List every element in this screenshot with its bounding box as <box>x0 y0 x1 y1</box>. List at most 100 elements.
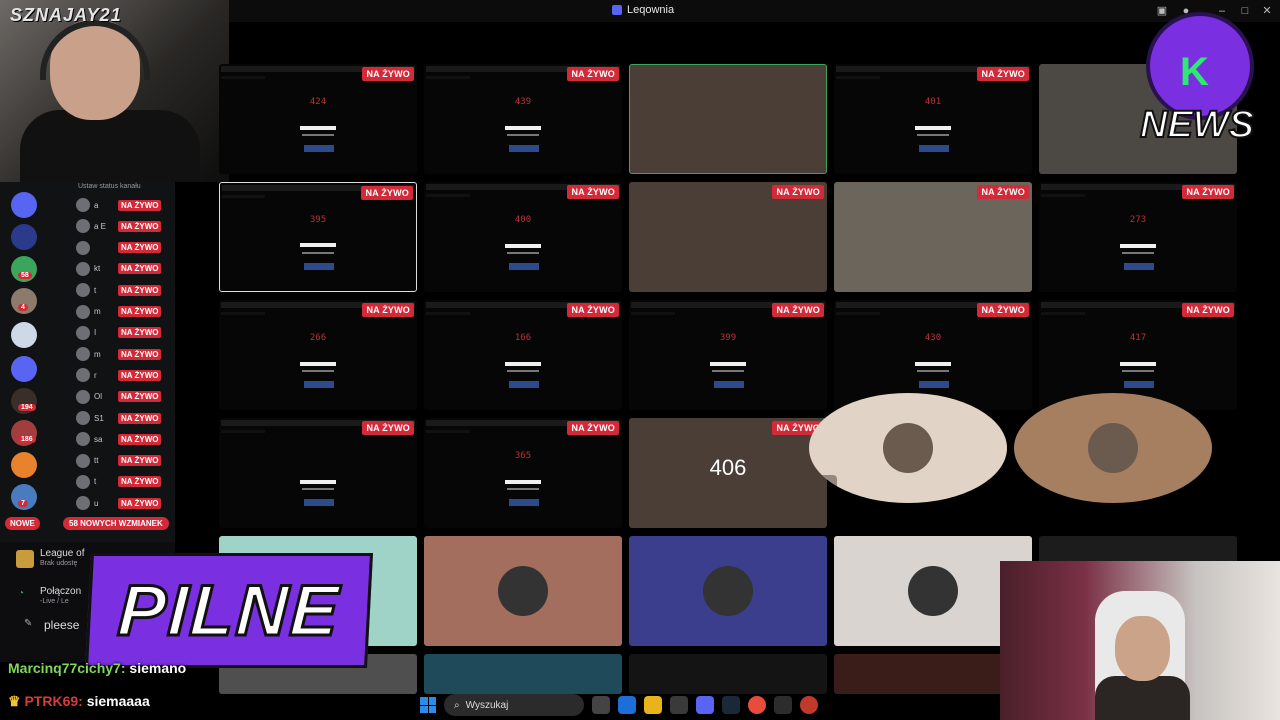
video-tile[interactable]: 395 NA ŻYWO <box>219 182 417 292</box>
user-avatar <box>883 423 933 473</box>
video-tile[interactable]: 273 NA ŻYWO <box>1039 182 1237 292</box>
viewer-count-overlay: 406 <box>709 454 747 480</box>
video-tile[interactable]: 400 NA ŻYWO <box>424 182 622 292</box>
live-badge: NA ŻYWO <box>772 303 824 317</box>
webcam-headset <box>40 20 150 80</box>
taskbar-search[interactable]: ⌕ Wyszukaj <box>444 694 584 716</box>
member-avatar <box>76 283 90 298</box>
shared-screen-logo <box>919 381 949 389</box>
live-badge: NA ŻYWO <box>118 199 162 211</box>
live-badge: NA ŻYWO <box>362 421 414 435</box>
channel-status-hint[interactable]: Ustaw status kanału <box>78 183 141 190</box>
video-tile[interactable]: NA ŻYWO <box>629 182 827 292</box>
guild-icon[interactable] <box>11 322 37 348</box>
store-icon[interactable] <box>670 696 688 714</box>
mentions-pill[interactable]: 58 NOWYCH WZMIANEK <box>63 517 169 530</box>
start-icon[interactable] <box>420 697 436 713</box>
voice-member[interactable]: t NA ŻYWO <box>76 281 162 299</box>
video-tile[interactable]: NA ŻYWO <box>834 182 1032 292</box>
guild-icon[interactable] <box>11 224 37 250</box>
video-tile[interactable]: 166 NA ŻYWO <box>424 300 622 410</box>
close-button[interactable]: ✕ <box>1259 3 1275 19</box>
live-badge: NA ŻYWO <box>118 263 162 275</box>
shared-screen-sidebar <box>221 76 265 79</box>
voice-member[interactable]: m NA ŻYWO <box>76 345 162 363</box>
member-name: m <box>94 307 101 316</box>
member-name: m <box>94 349 101 359</box>
video-tile[interactable]: 365 NA ŻYWO <box>424 418 622 528</box>
member-avatar <box>76 261 90 276</box>
shared-screen-subbar <box>302 370 334 373</box>
outlook-icon[interactable] <box>618 696 636 714</box>
voice-member[interactable]: sa NA ŻYWO <box>76 430 162 448</box>
new-pill[interactable]: NOWE <box>5 517 40 530</box>
video-tile[interactable] <box>1014 393 1212 503</box>
voice-member[interactable]: kt NA ŻYWO <box>76 260 162 278</box>
video-tile[interactable]: 417 NA ŻYWO <box>1039 300 1237 410</box>
chat-colon: : <box>120 660 126 676</box>
shared-screen-subbar <box>507 134 539 137</box>
app-icon[interactable] <box>774 696 792 714</box>
video-tile[interactable]: 266 NA ŻYWO <box>219 300 417 410</box>
task-view-icon[interactable] <box>592 696 610 714</box>
shared-screen-logo <box>509 145 539 153</box>
video-tile[interactable] <box>424 536 622 646</box>
live-badge: NA ŻYWO <box>118 391 162 403</box>
voice-member[interactable]: I NA ŻYWO <box>76 324 162 342</box>
voice-member[interactable]: a NA ŻYWO <box>76 196 162 214</box>
video-tile[interactable]: 430 NA ŻYWO <box>834 300 1032 410</box>
video-tile[interactable]: 399 NA ŻYWO <box>629 300 827 410</box>
voice-member[interactable]: tt NA ŻYWO <box>76 452 162 470</box>
video-tile[interactable]: 401 NA ŻYWO <box>834 64 1032 174</box>
voice-member[interactable]: u NA ŻYWO <box>76 494 162 512</box>
live-badge: NA ŻYWO <box>977 303 1029 317</box>
live-badge: NA ŻYWO <box>567 185 619 199</box>
live-badge: NA ŻYWO <box>567 67 619 81</box>
member-avatar <box>76 304 90 319</box>
live-badge: NA ŻYWO <box>118 433 162 445</box>
voice-connected-title[interactable]: Połączon <box>40 586 81 597</box>
video-tile[interactable]: 424 NA ŻYWO <box>219 64 417 174</box>
member-avatar <box>76 198 90 212</box>
voice-member[interactable]: NA ŻYWO <box>76 239 162 257</box>
shared-screen-subbar <box>302 488 334 491</box>
video-tile[interactable]: NA ŻYWO <box>219 418 417 528</box>
video-tile[interactable] <box>629 536 827 646</box>
activity-title: League of <box>40 548 85 559</box>
shared-screen-logo <box>304 381 334 389</box>
explorer-icon[interactable] <box>644 696 662 714</box>
voice-member[interactable]: Ol NA ŻYWO <box>76 388 162 406</box>
live-badge: NA ŻYWO <box>118 242 162 254</box>
shared-screen-counter: 365 <box>514 451 532 461</box>
voice-member[interactable]: r NA ŻYWO <box>76 366 162 384</box>
news-label: NEWS <box>1139 103 1255 147</box>
mute-icon[interactable]: ✎ <box>24 618 32 629</box>
live-badge: NA ŻYWO <box>118 455 162 467</box>
steam-icon[interactable] <box>722 696 740 714</box>
guild-icon[interactable] <box>11 452 37 478</box>
voice-member[interactable]: S1 NA ŻYWO <box>76 409 162 427</box>
video-tile[interactable] <box>424 654 622 694</box>
video-tile[interactable]: 406 NA ŻYWO <box>629 418 827 528</box>
voice-member[interactable]: a E NA ŻYWO <box>76 217 162 235</box>
voice-member[interactable]: t NA ŻYWO <box>76 473 162 491</box>
live-badge: NA ŻYWO <box>1182 185 1234 199</box>
video-tile[interactable] <box>629 654 827 694</box>
member-avatar <box>76 411 90 425</box>
guild-badge: 4 <box>18 304 28 311</box>
video-tile[interactable]: ⊘ <box>809 393 1007 503</box>
shared-screen-logo <box>509 263 539 271</box>
riot-icon[interactable] <box>800 696 818 714</box>
chrome-icon[interactable] <box>748 696 766 714</box>
voice-member[interactable]: m NA ŻYWO <box>76 303 162 321</box>
guild-icon[interactable] <box>11 192 37 218</box>
shared-screen-sidebar <box>426 430 470 433</box>
video-tile[interactable] <box>629 64 827 174</box>
guild-icon[interactable] <box>11 356 37 382</box>
shared-screen-bar <box>710 361 746 366</box>
window-title-text: Leqownia <box>627 4 675 16</box>
chat-line-1: Marcinq77cichy7: siemano <box>8 660 186 676</box>
discord-taskbar-icon[interactable] <box>696 696 714 714</box>
member-name: t <box>94 285 97 295</box>
video-tile[interactable]: 439 NA ŻYWO <box>424 64 622 174</box>
